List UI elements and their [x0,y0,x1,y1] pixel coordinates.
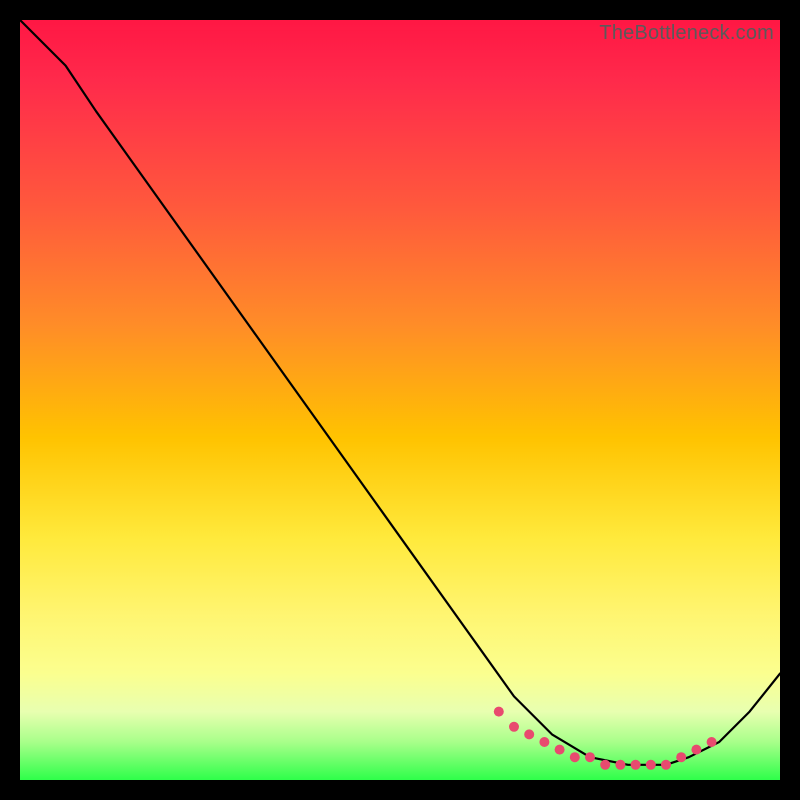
chart-frame: TheBottleneck.com [0,0,800,800]
curve-markers [494,707,717,770]
marker-dot [676,752,686,762]
marker-dot [524,729,534,739]
marker-dot [555,745,565,755]
marker-dot [570,752,580,762]
marker-dot [631,760,641,770]
curve-line [20,20,780,765]
marker-dot [600,760,610,770]
marker-dot [691,745,701,755]
marker-dot [539,737,549,747]
marker-dot [615,760,625,770]
marker-dot [646,760,656,770]
marker-dot [661,760,671,770]
chart-svg [20,20,780,780]
marker-dot [585,752,595,762]
plot-area: TheBottleneck.com [20,20,780,780]
marker-dot [707,737,717,747]
marker-dot [509,722,519,732]
marker-dot [494,707,504,717]
